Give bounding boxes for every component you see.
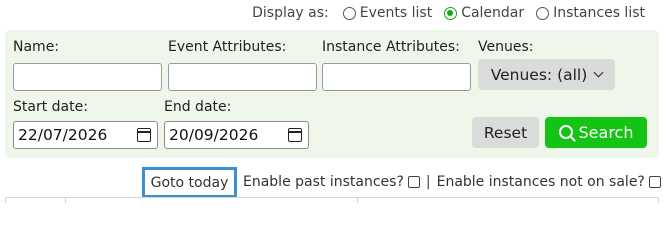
- radio-instances-list-label: Instances list: [553, 5, 645, 21]
- calendar-column-divider: [5, 197, 6, 203]
- calendar-options: Enable past instances? | Enable instance…: [243, 174, 661, 190]
- search-icon: [558, 124, 573, 139]
- search-button-label: Search: [578, 123, 634, 142]
- calendar-column-divider: [357, 197, 358, 203]
- display-as-bar: Display as: Events list Calendar Instanc…: [252, 5, 645, 21]
- radio-instances-list[interactable]: Instances list: [536, 5, 645, 21]
- name-input[interactable]: [13, 63, 162, 91]
- end-date-label: End date:: [164, 99, 232, 115]
- start-date-value: 22/07/2026: [18, 126, 108, 144]
- calendar-icon[interactable]: [137, 128, 151, 142]
- venues-dropdown[interactable]: Venues: (all): [478, 59, 615, 90]
- not-on-sale-checkbox[interactable]: [648, 176, 661, 188]
- calendar-column-divider: [658, 197, 659, 203]
- not-on-sale-label: Enable instances not on sale?: [436, 174, 645, 190]
- radio-calendar[interactable]: Calendar: [444, 5, 524, 21]
- event-attributes-input[interactable]: [168, 63, 317, 91]
- radio-events-list-label: Events list: [359, 5, 433, 21]
- radio-calendar-indicator[interactable]: [444, 6, 458, 20]
- venues-label: Venues:: [478, 39, 534, 55]
- instance-attributes-label: Instance Attributes:: [322, 39, 460, 55]
- calendar-icon[interactable]: [288, 128, 302, 142]
- event-attributes-label: Event Attributes:: [168, 39, 287, 55]
- display-as-label: Display as:: [252, 5, 329, 21]
- filter-panel: Name: Event Attributes: Instance Attribu…: [5, 30, 659, 158]
- calendar-table-edge: [5, 197, 659, 198]
- start-date-label: Start date:: [13, 99, 88, 115]
- start-date-input[interactable]: 22/07/2026: [13, 121, 158, 149]
- radio-calendar-label: Calendar: [461, 5, 525, 21]
- radio-events-list-indicator[interactable]: [342, 6, 356, 20]
- past-instances-label: Enable past instances?: [243, 174, 404, 190]
- search-button[interactable]: Search: [545, 117, 647, 148]
- past-instances-checkbox[interactable]: [407, 176, 420, 188]
- calendar-column-divider: [65, 197, 66, 203]
- options-separator: |: [425, 174, 431, 190]
- radio-events-list[interactable]: Events list: [342, 5, 433, 21]
- venues-dropdown-label: Venues: (all): [490, 65, 588, 84]
- reset-button[interactable]: Reset: [472, 117, 539, 148]
- name-label: Name:: [13, 39, 60, 55]
- end-date-input[interactable]: 20/09/2026: [164, 121, 309, 149]
- goto-today-button[interactable]: Goto today: [142, 167, 237, 198]
- instance-attributes-input[interactable]: [322, 63, 471, 91]
- chevron-down-icon: [593, 67, 604, 78]
- radio-instances-list-indicator[interactable]: [536, 6, 550, 20]
- end-date-value: 20/09/2026: [169, 126, 259, 144]
